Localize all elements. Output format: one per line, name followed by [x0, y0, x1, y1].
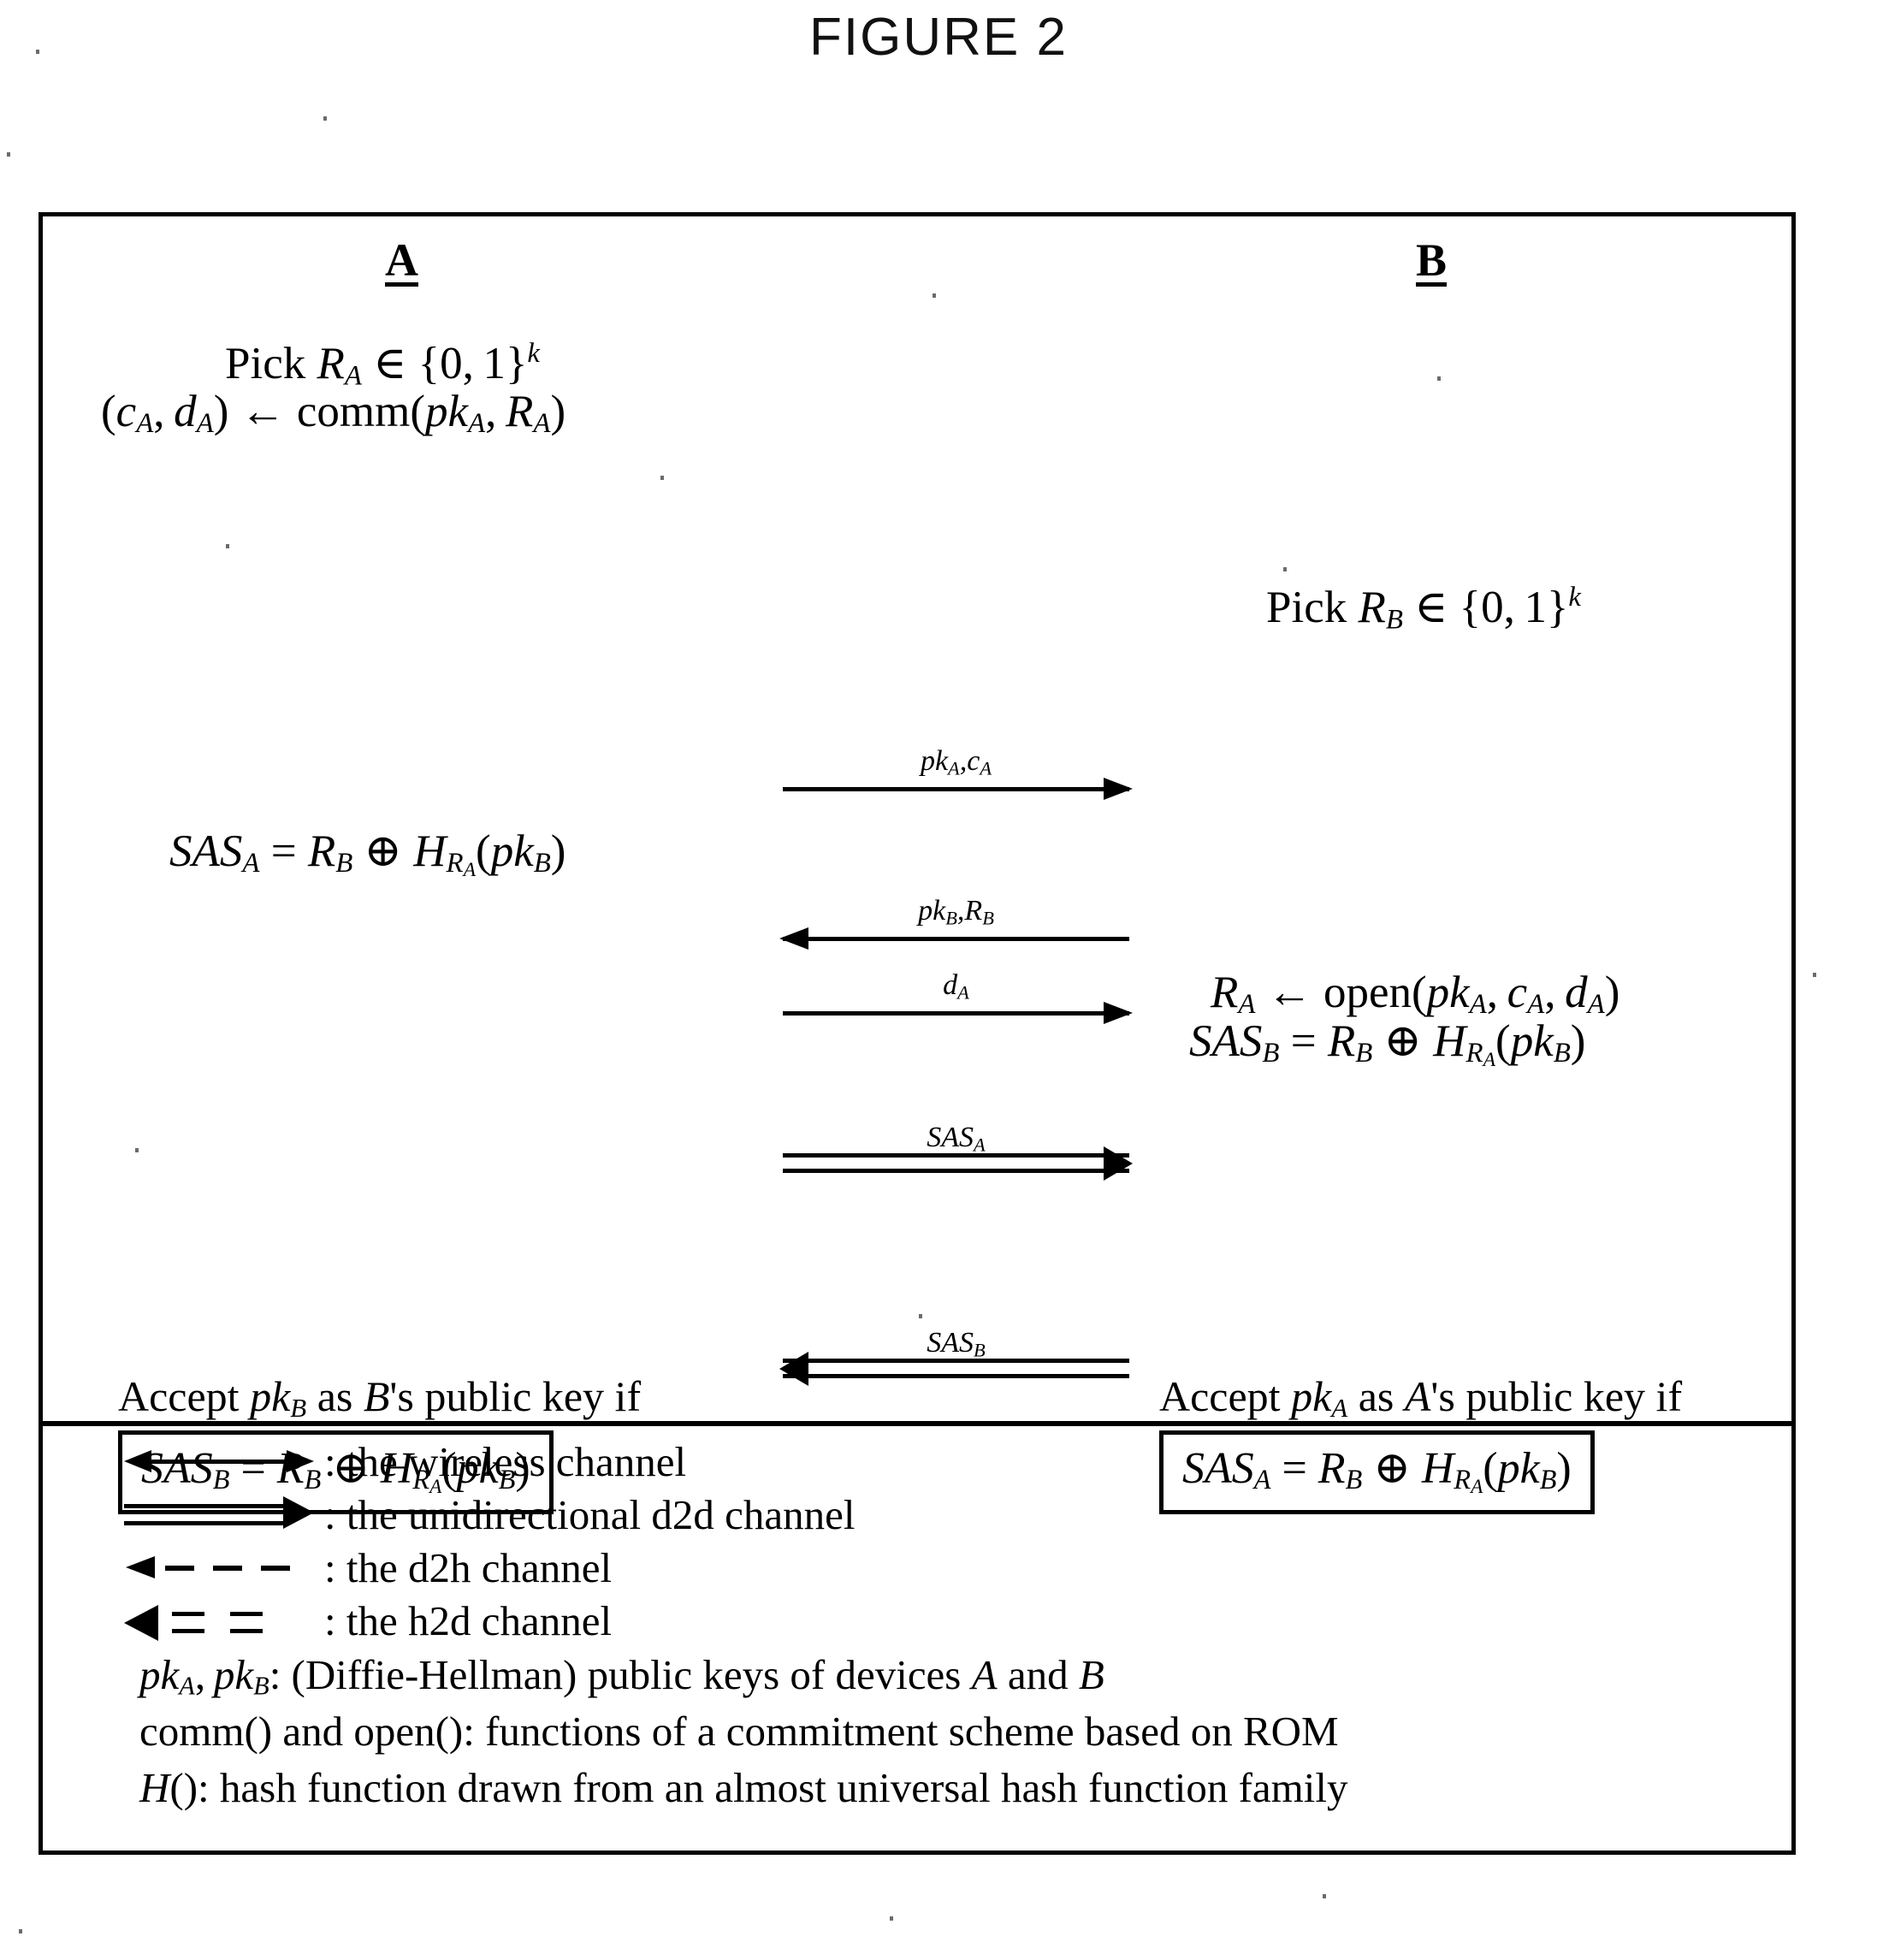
legend-row-wireless: : the wireless channel — [124, 1435, 1750, 1488]
d2d-arrow-icon — [124, 1494, 321, 1535]
legend-divider — [43, 1421, 1791, 1426]
protocol-diagram-frame: A B Pick RA ∈ {0, 1}k (cA, dA) ← comm(pk… — [38, 212, 1796, 1855]
message-arrow-sasb: SASB — [779, 1301, 1129, 1386]
h2d-arrow-icon — [124, 1600, 321, 1641]
message-arrow-sasa: SASA — [783, 1096, 1133, 1181]
scan-speckle — [36, 50, 39, 54]
right-pick-statement: Pick RB ∈ {0, 1}k — [1266, 582, 1582, 636]
left-sas-statement: SASA = RB ⊕ HRA(pkB) — [169, 826, 566, 882]
scan-speckle — [1283, 567, 1287, 571]
arrow-line — [783, 1011, 1129, 1016]
figure-title: FIGURE 2 — [809, 8, 1068, 67]
message-label-da: dA — [943, 968, 969, 1003]
legend-note-comm-open: comm() and open(): functions of a commit… — [139, 1708, 1339, 1755]
scan-speckle — [660, 476, 664, 480]
left-commit-statement: (cA, dA) ← comm(pkA, RA) — [101, 387, 566, 440]
arrowhead-left-icon — [779, 1352, 808, 1386]
scan-speckle — [135, 1148, 139, 1152]
arrowhead-right-icon — [1104, 1146, 1133, 1181]
scan-speckle — [1437, 376, 1441, 381]
scan-speckle — [933, 293, 936, 298]
legend-note-hash: H(): hash function drawn from an almost … — [139, 1764, 1348, 1811]
party-label-a: A — [385, 234, 418, 286]
legend-row-h2d: : the h2d channel — [124, 1594, 1750, 1647]
scan-speckle — [226, 544, 229, 548]
arrow-line-bottom — [783, 1374, 1129, 1378]
legend-text-h2d: : the h2d channel — [324, 1596, 613, 1644]
legend-row-d2d: : the unidirectional d2d channel — [124, 1488, 1750, 1541]
right-accept-text: Accept pkA as A's public key if — [1159, 1372, 1683, 1423]
scan-speckle — [7, 152, 10, 157]
legend-note-keys: pkA, pkB: (Diffie-Hellman) public keys o… — [139, 1651, 1104, 1701]
legend-text-d2d: : the unidirectional d2d channel — [324, 1490, 856, 1538]
scan-speckle — [19, 1929, 22, 1933]
legend-text-d2h: : the d2h channel — [324, 1543, 613, 1591]
scan-speckle — [323, 116, 327, 121]
message-label-pkb-rb: pkB,RB — [918, 894, 994, 928]
d2h-arrow-icon — [124, 1547, 321, 1588]
arrowhead-right-icon — [1104, 1002, 1133, 1024]
scan-speckle — [919, 1314, 922, 1318]
right-sas-statement: SASB = RB ⊕ HRA(pkB) — [1189, 1016, 1586, 1072]
message-label-sasa: SASA — [927, 1121, 986, 1155]
scan-speckle — [1323, 1894, 1326, 1898]
message-arrow-da: dA — [783, 954, 1133, 1024]
arrow-line-bottom — [783, 1169, 1129, 1173]
message-arrow-pka-ca: pkA,cA — [783, 730, 1133, 800]
scan-speckle — [1813, 973, 1816, 977]
left-accept-text: Accept pkB as B's public key if — [118, 1372, 642, 1423]
legend-row-d2h: : the d2h channel — [124, 1541, 1750, 1594]
message-arrow-pkb-rb: pkB,RB — [779, 879, 1129, 950]
party-label-b: B — [1416, 234, 1448, 286]
legend: : the wireless channel : the unidirectio… — [124, 1435, 1750, 1816]
arrow-line — [783, 937, 1129, 941]
message-label-pka-ca: pkA,cA — [920, 744, 992, 779]
wireless-arrow-icon — [124, 1441, 321, 1482]
scan-speckle — [890, 1916, 893, 1921]
arrow-line-top — [783, 1153, 1129, 1158]
message-label-sasb: SASB — [927, 1326, 986, 1360]
legend-text-wireless: : the wireless channel — [324, 1437, 687, 1485]
arrowhead-right-icon — [1104, 778, 1133, 800]
arrowhead-left-icon — [779, 927, 808, 950]
arrow-line — [783, 787, 1129, 791]
arrow-line-top — [783, 1359, 1129, 1363]
